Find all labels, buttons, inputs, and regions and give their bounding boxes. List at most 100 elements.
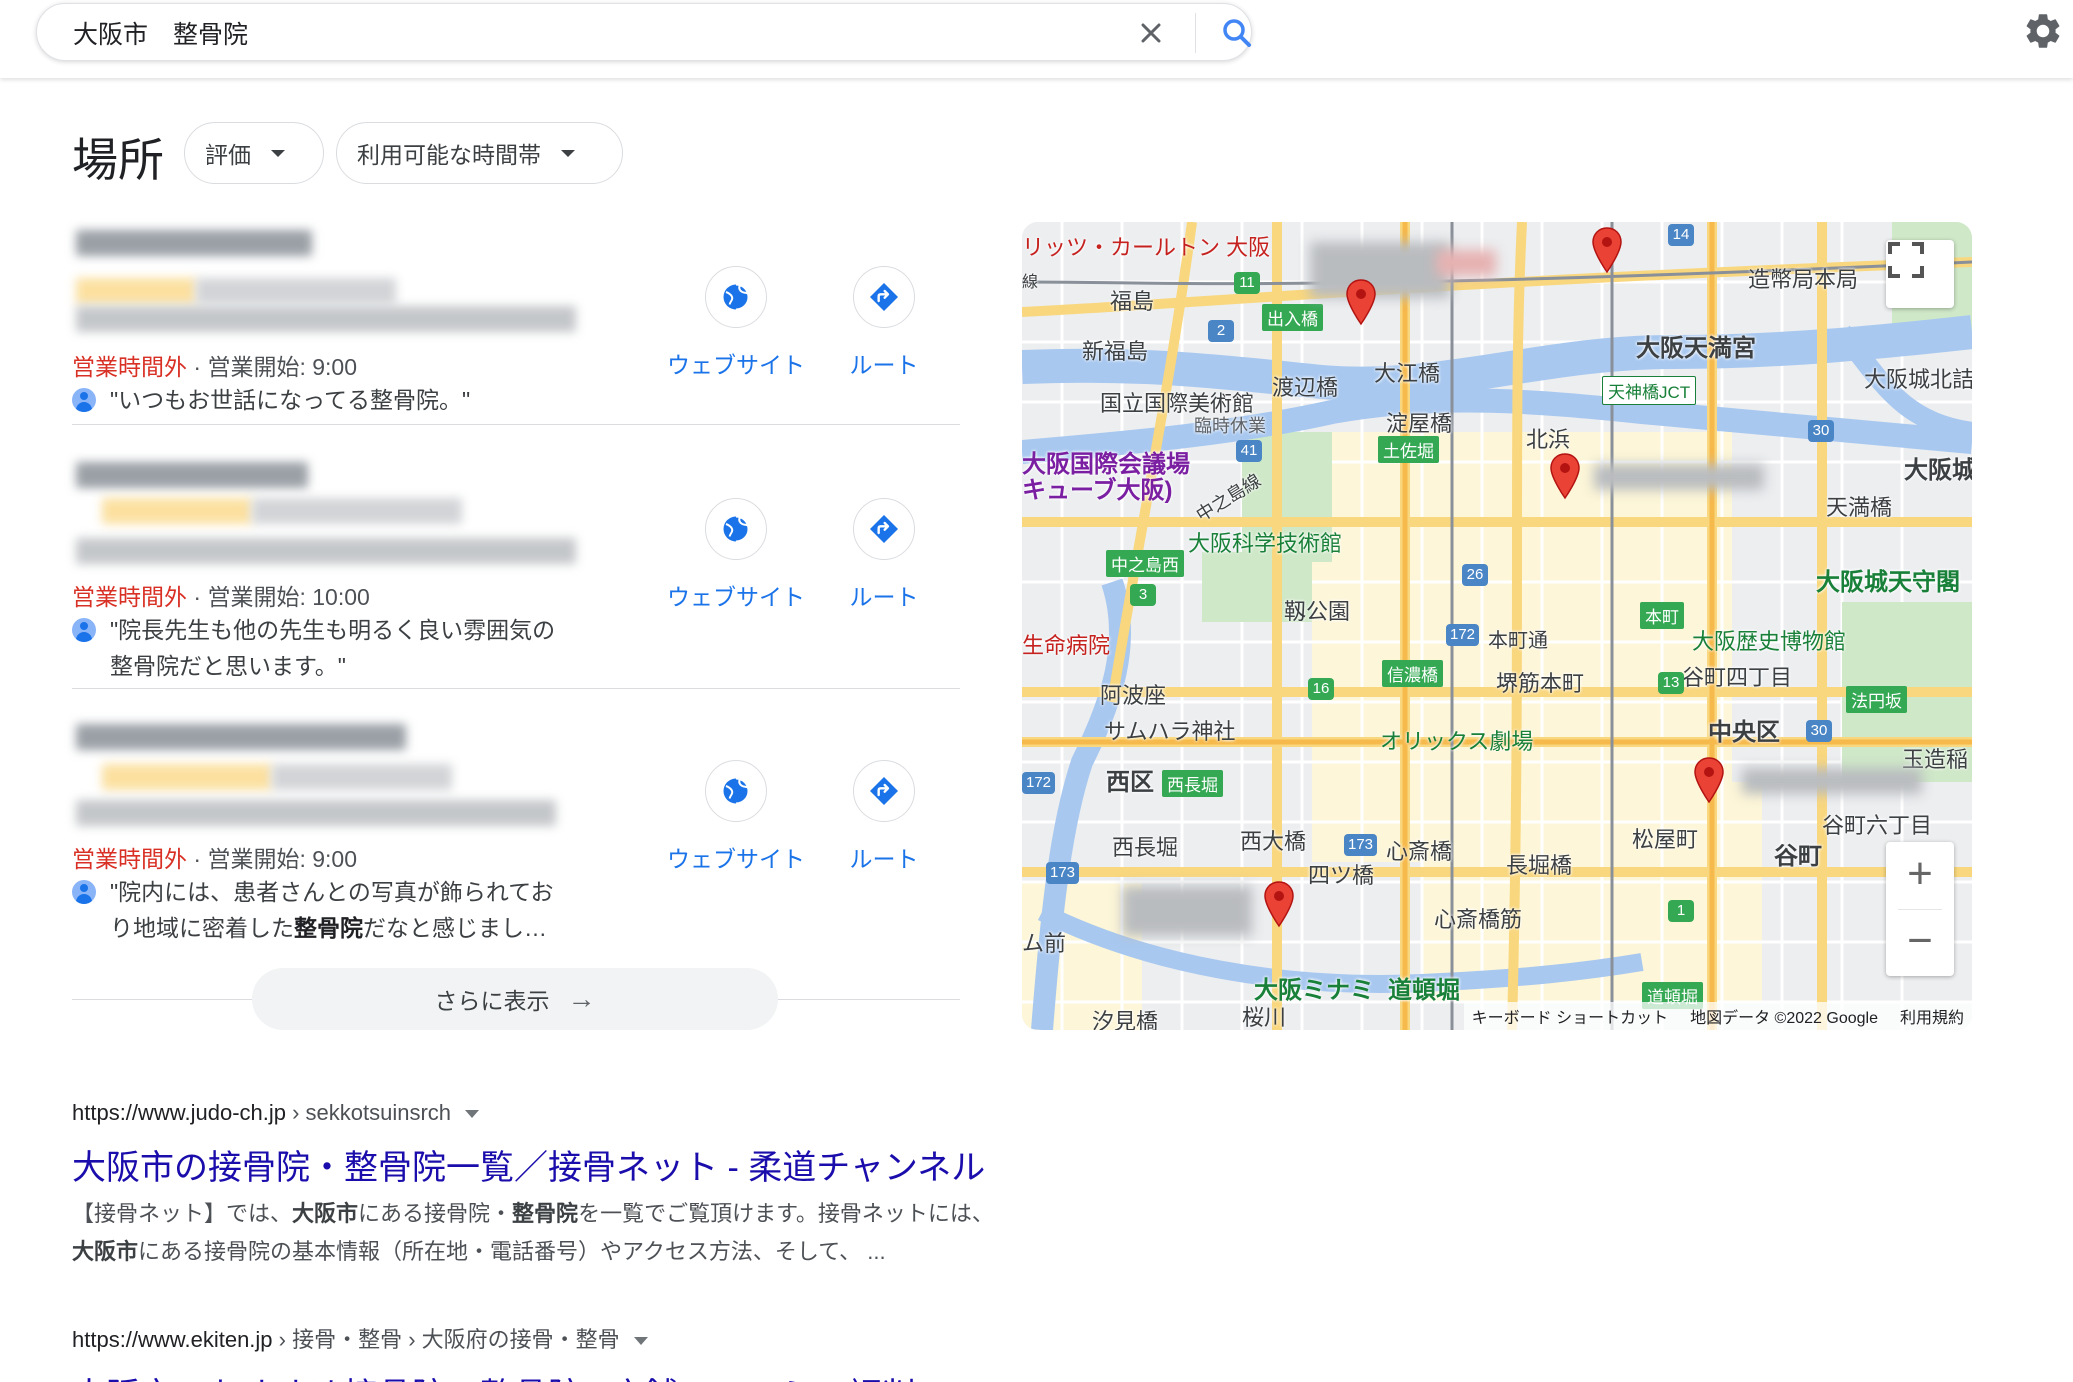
review-snippet: "院長先生も他の先生も明るく良い雰囲気の 整骨院だと思います。" [72,612,610,684]
result-domain: https://www.ekiten.jp [72,1327,273,1352]
map-label-hospital: 生命病院 [1022,633,1111,658]
map-label-utsubo: 靱公園 [1284,599,1351,624]
opening-time: 営業開始: 10:00 [207,584,370,610]
review-text-line-1: "院長先生も他の先生も明るく良い雰囲気の [110,617,556,643]
closed-status: 営業時間外 [72,846,187,872]
route-shield: 30 [1808,420,1834,442]
map-label-watanabebashi: 渡辺橋 [1272,375,1339,400]
globe-icon [723,777,750,805]
website-button-circle[interactable] [705,760,767,822]
search-result: https://www.ekiten.jp › 接骨・整骨 › 大阪府の接骨・整… [72,1322,1172,1382]
globe-icon [723,515,750,543]
zoom-in-button[interactable]: + [1886,842,1954,909]
map-business-redacted [1742,768,1922,794]
chevron-down-icon [271,149,285,157]
terms-link[interactable]: 利用規約 [1900,1004,1964,1028]
place-rating-redacted [102,498,252,524]
snippet-text: にある接骨院の基本情報（所在地・電話番号）やアクセス方法、そして、 ... [138,1239,886,1264]
search-input[interactable] [73,16,1073,50]
map-view[interactable]: リッツ・カールトン 大阪 線 福島 新福島 国立国際美術館 臨時休業 大阪国際会… [1022,222,1972,1030]
route-shield: 14 [1668,224,1694,246]
chevron-down-icon[interactable] [633,1337,648,1346]
result-url[interactable]: https://www.judo-ch.jp › sekkotsuinsrch [72,1100,1172,1126]
clear-search-button[interactable] [1133,15,1169,51]
map-label-honmachi-dori: 本町通 [1488,630,1548,652]
rating-filter-chip[interactable]: 評価 [184,122,324,184]
search-icon [1223,19,1251,47]
map-box-nishinagahori: 西長堀 [1162,770,1223,797]
map-label-cube: キューブ大阪) [1022,477,1173,504]
fullscreen-icon [1888,242,1924,278]
directions-button-circle[interactable] [853,760,915,822]
result-title-link[interactable]: 大阪市のおすすめ接骨院・整骨院 | 店舗の口コミ・評判 [72,1368,1172,1382]
map-pin-icon[interactable] [1548,452,1582,500]
directions-button-circle[interactable] [853,498,915,560]
route-shield: 172 [1022,772,1056,794]
website-button-circle[interactable] [705,498,767,560]
website-button[interactable]: ウェブサイト [663,266,809,380]
directions-button[interactable]: ルート [811,266,957,380]
map-pin-icon[interactable] [1692,756,1726,804]
chevron-down-icon[interactable] [465,1110,480,1119]
result-url[interactable]: https://www.ekiten.jp › 接骨・整骨 › 大阪府の接骨・整… [72,1322,1172,1354]
keyboard-shortcuts-link[interactable]: キーボード ショートカット [1472,1004,1668,1028]
globe-icon [723,283,750,311]
website-label: ウェブサイト [667,352,805,378]
settings-button[interactable] [2022,10,2064,52]
place-category-redacted [196,278,396,304]
map-label-osakajo: 大阪城 [1904,457,1972,484]
listing-divider [72,688,960,689]
zoom-out-button[interactable]: − [1886,909,1954,976]
review-text-line-1: "院内には、患者さんとの写真が飾られてお [110,879,554,905]
map-box-debashi: 出入橋 [1262,304,1323,331]
map-pin-icon[interactable] [1590,226,1624,274]
user-avatar-icon [72,618,96,642]
map-label-sakaisuji-honmachi: 堺筋本町 [1496,671,1585,696]
route-shield: 2 [1208,320,1234,342]
result-title-link[interactable]: 大阪市の接骨院・整骨院一覧／接骨ネット - 柔道チャンネル [72,1140,1172,1189]
map-label-nishinagahori: 西長堀 [1112,835,1179,860]
status-separator: · [187,354,208,380]
snippet-highlight: 大阪市 [72,1239,139,1264]
search-button[interactable] [1217,13,1257,53]
map-label-nagahoribashi: 長堀橋 [1506,853,1573,878]
place-category-redacted [252,498,462,524]
map-label-samuhara: サムハラ神社 [1104,719,1236,744]
map-label-tenmangu: 大阪天満宮 [1636,335,1756,362]
more-places-button[interactable]: さらに表示 → [252,968,778,1030]
directions-icon [870,515,898,543]
map-label-nishi-ku: 西区 [1106,769,1154,796]
place-rating-redacted [102,764,272,790]
map-label-dotonbori: 道頓堀 [1388,977,1460,1004]
result-path: › sekkotsuinsrch [285,1100,452,1125]
directions-label: ルート [849,584,919,610]
route-shield: 16 [1308,678,1334,700]
map-box-honmachi: 本町 [1640,602,1684,629]
snippet-text: を一覧でご覧頂けます。接骨ネットには、 [578,1201,994,1226]
website-button[interactable]: ウェブサイト [663,760,809,874]
map-label-shinfukushima: 新福島 [1082,339,1149,364]
rating-filter-label: 評価 [205,142,251,168]
place-name-redacted [76,230,312,256]
map-business-redacted [1436,250,1496,276]
map-label-matsuyamachi: 松屋町 [1632,827,1699,852]
map-box-houenzaka: 法円坂 [1846,686,1907,713]
map-business-redacted [1310,242,1450,298]
route-shield: 3 [1130,584,1156,606]
map-pin-icon[interactable] [1344,278,1378,326]
review-text: "いつもお世話になってる整骨院。" [110,387,471,413]
map-label-castle-north: 大阪城北詰 [1864,367,1972,392]
map-pin-icon[interactable] [1262,880,1296,928]
fullscreen-button[interactable] [1886,240,1954,308]
directions-button[interactable]: ルート [811,498,957,612]
website-label: ウェブサイト [667,584,805,610]
directions-button[interactable]: ルート [811,760,957,874]
search-box[interactable] [36,3,1252,61]
result-path: › 接骨・整骨 › 大阪府の接骨・整骨 [272,1327,620,1352]
hours-filter-chip[interactable]: 利用可能な時間帯 [336,122,623,184]
result-snippet: 【接骨ネット】では、大阪市にある接骨院・整骨院を一覧でご覧頂けます。接骨ネットに… [72,1195,1172,1271]
website-button[interactable]: ウェブサイト [663,498,809,612]
map-business-redacted [1122,886,1252,936]
website-button-circle[interactable] [705,266,767,328]
directions-button-circle[interactable] [853,266,915,328]
